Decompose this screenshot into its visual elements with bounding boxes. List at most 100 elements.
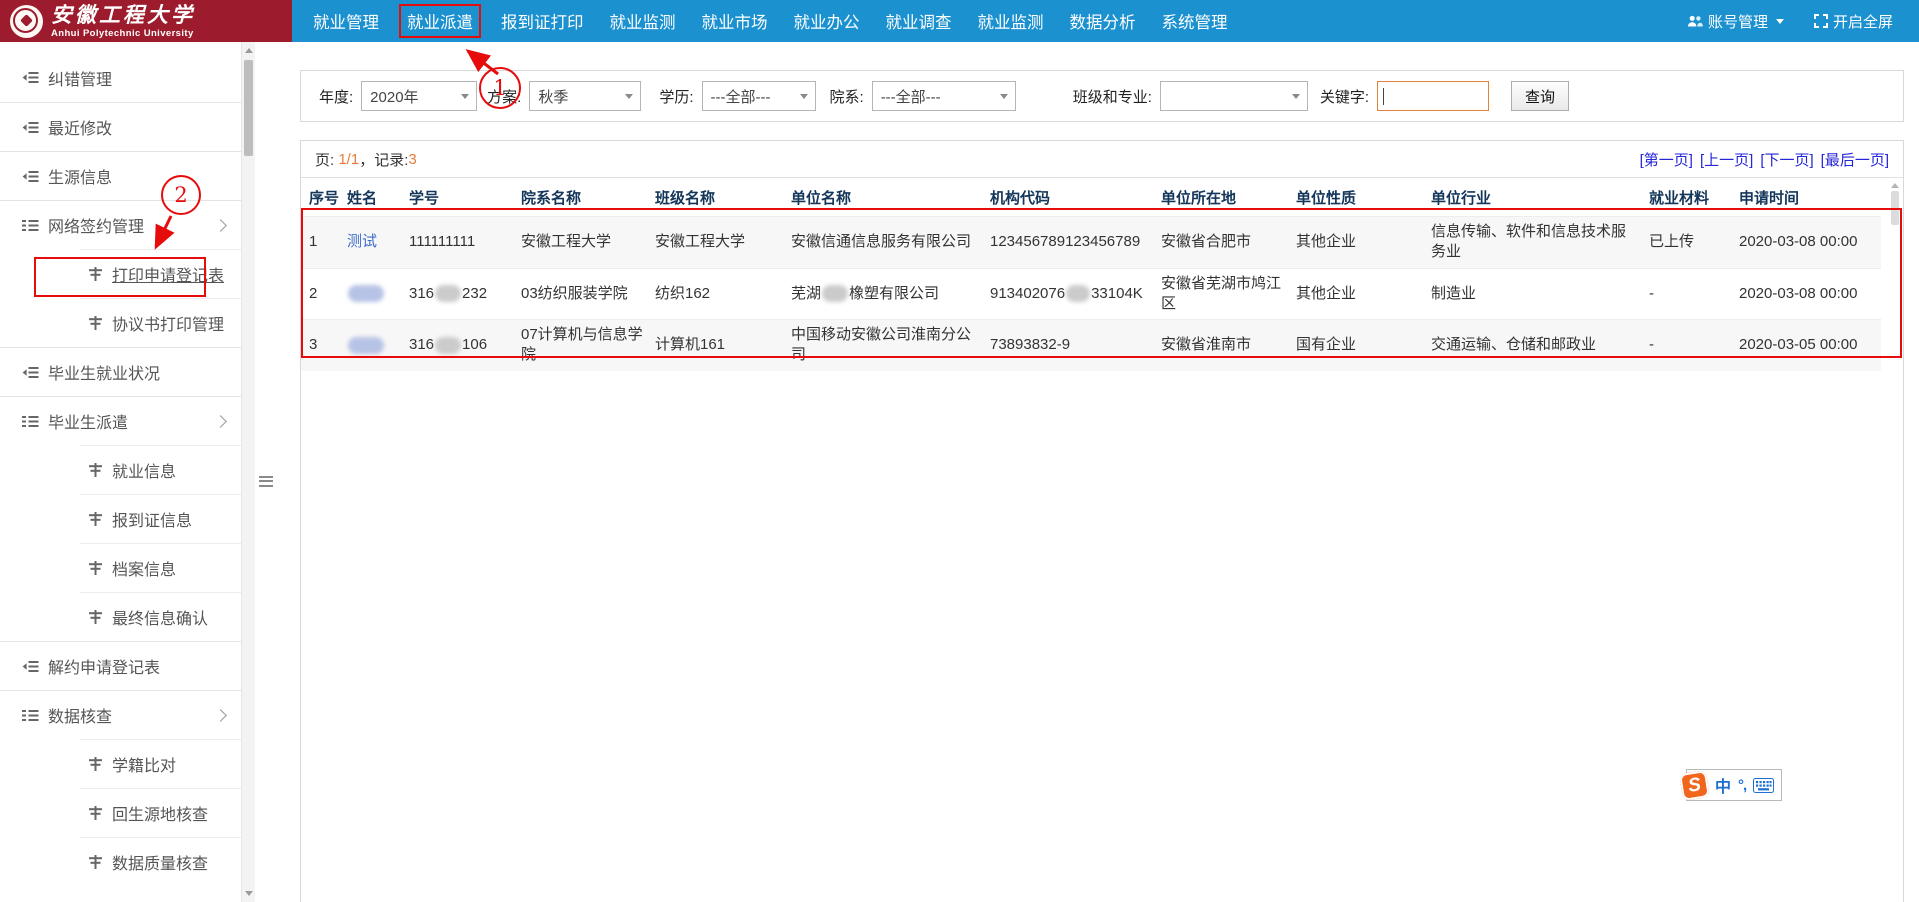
column-header: 序号 — [301, 178, 339, 217]
select-value: ---全部--- — [711, 86, 771, 107]
nav-item-6[interactable]: 就业调查 — [873, 0, 965, 42]
nav-item-7[interactable]: 就业监测 — [965, 0, 1057, 42]
sidebar-item-11[interactable]: 最终信息确认 — [0, 592, 241, 641]
scroll-up-icon[interactable] — [1891, 183, 1899, 188]
nav-item-8[interactable]: 数据分析 — [1057, 0, 1149, 42]
sidebar-item-5[interactable]: 协议书打印管理 — [0, 298, 241, 347]
select-value: ---全部--- — [881, 86, 941, 107]
filter-group-3: 院系:---全部--- — [830, 81, 1016, 111]
list-icon — [22, 71, 39, 84]
sidebar-item-label: 打印申请登记表 — [112, 262, 224, 286]
sidebar-item-4[interactable]: 打印申请登记表 — [0, 249, 241, 298]
records-count: 3 — [408, 151, 416, 168]
chevron-down-icon — [625, 94, 633, 99]
scrollbar-thumb[interactable] — [1891, 191, 1899, 225]
filter-select-0[interactable]: 2020年 — [361, 81, 477, 111]
university-logo-block: 安徽工程大学 Anhui Polytechnic University — [0, 0, 292, 42]
filter-select-1[interactable]: 秋季 — [529, 81, 641, 111]
table-cell — [339, 268, 401, 320]
table-row: 1测试111111111安徽工程大学安徽工程大学安徽信通信息服务有限公司1234… — [301, 217, 1881, 269]
sidebar-item-7[interactable]: 毕业生派遣 — [0, 396, 241, 445]
nav-item-0[interactable]: 就业管理 — [300, 0, 392, 42]
sidebar-item-8[interactable]: 就业信息 — [0, 445, 241, 494]
select-value: 2020年 — [370, 86, 418, 107]
nav-item-label: 就业派遣 — [399, 4, 481, 38]
university-seal-icon — [10, 5, 43, 38]
ime-punctuation-toggle[interactable]: °, — [1738, 777, 1746, 794]
nav-item-label: 就业办公 — [794, 9, 860, 33]
filter-select-4[interactable] — [1160, 81, 1308, 111]
scrollbar-thumb[interactable] — [244, 60, 253, 156]
table-cell: 123456789123456789 — [982, 217, 1153, 269]
pagination-link-2[interactable]: [下一页] — [1760, 149, 1813, 170]
nav-item-9[interactable]: 系统管理 — [1149, 0, 1241, 42]
nav-item-5[interactable]: 就业办公 — [781, 0, 873, 42]
table-cell: 安徽工程大学 — [513, 217, 647, 269]
pagination-link-0[interactable]: [第一页] — [1640, 149, 1693, 170]
pagination-links: [第一页] [上一页] [下一页] [最后一页] — [1640, 149, 1889, 170]
sidebar-item-2[interactable]: 生源信息 — [0, 151, 241, 200]
university-name-en: Anhui Polytechnic University — [51, 29, 195, 39]
filter-select-3[interactable]: ---全部--- — [872, 81, 1016, 111]
sidebar-item-10[interactable]: 档案信息 — [0, 543, 241, 592]
sidebar-item-15[interactable]: 回生源地核查 — [0, 788, 241, 837]
page-label: 页: — [315, 149, 334, 170]
sidebar-item-14[interactable]: 学籍比对 — [0, 739, 241, 788]
university-name-cn: 安徽工程大学 — [51, 4, 195, 25]
scroll-up-icon[interactable] — [245, 48, 253, 53]
sidebar-item-label: 学籍比对 — [112, 752, 176, 776]
keyboard-icon[interactable] — [1753, 778, 1774, 793]
nav-item-label: 就业监测 — [978, 9, 1044, 33]
sidebar-scrollbar[interactable] — [241, 42, 255, 902]
account-menu[interactable]: 账号管理 — [1687, 11, 1784, 32]
keyword-input[interactable] — [1377, 81, 1489, 111]
nav-item-label: 数据分析 — [1070, 9, 1136, 33]
filter-group-2: 学历: ---全部--- — [659, 81, 815, 111]
filter-group-1: 方案:秋季 — [487, 81, 641, 111]
sidebar-item-1[interactable]: 最近修改 — [0, 102, 241, 151]
filter-group-4: 班级和专业: — [1073, 81, 1308, 111]
table-cell: 纺织162 — [647, 268, 783, 320]
top-bar: 安徽工程大学 Anhui Polytechnic University 就业管理… — [0, 0, 1919, 42]
sidebar-item-label: 毕业生派遣 — [48, 409, 128, 433]
chevron-right-icon — [214, 219, 227, 232]
nav-item-1[interactable]: 就业派遣 — [392, 0, 488, 42]
column-header: 单位名称 — [783, 178, 982, 217]
list-icon — [22, 660, 39, 673]
fullscreen-label: 开启全屏 — [1833, 11, 1893, 32]
filter-label: 学历: — [659, 86, 693, 107]
sidebar-item-16[interactable]: 数据质量核查 — [0, 837, 241, 886]
sidebar-item-12[interactable]: 解约申请登记表 — [0, 641, 241, 690]
ime-language-toggle[interactable]: 中 — [1715, 773, 1731, 797]
sogou-logo-icon[interactable]: S — [1679, 770, 1710, 801]
nav-item-3[interactable]: 就业监测 — [597, 0, 689, 42]
nav-item-4[interactable]: 就业市场 — [689, 0, 781, 42]
table-scrollbar[interactable] — [1889, 181, 1901, 251]
ime-toolbar[interactable]: S 中 °, — [1686, 769, 1782, 801]
sidebar-item-3[interactable]: 网络签约管理 — [0, 200, 241, 249]
sidebar-item-9[interactable]: 报到证信息 — [0, 494, 241, 543]
fullscreen-button[interactable]: 开启全屏 — [1814, 11, 1893, 32]
table-cell: 03纺织服装学院 — [513, 268, 647, 320]
sidebar-item-0[interactable]: 纠错管理 — [0, 53, 241, 102]
table-cell: 2020-03-05 00:00 — [1731, 320, 1881, 371]
fullscreen-icon — [1814, 14, 1828, 28]
filter-select-2[interactable]: ---全部--- — [702, 81, 816, 111]
scroll-down-icon[interactable] — [245, 891, 253, 896]
sidebar-item-6[interactable]: 毕业生就业状况 — [0, 347, 241, 396]
search-button[interactable]: 查询 — [1511, 81, 1569, 111]
table-cell: 制造业 — [1423, 268, 1641, 320]
pagination-link-1[interactable]: [上一页] — [1700, 149, 1753, 170]
student-name-link[interactable]: 测试 — [347, 233, 377, 250]
sidebar-item-13[interactable]: 数据核查 — [0, 690, 241, 739]
table-cell — [339, 320, 401, 371]
table-cell: 交通运输、仓储和邮政业 — [1423, 320, 1641, 371]
pagination-link-3[interactable]: [最后一页] — [1821, 149, 1889, 170]
sidebar-collapse-handle[interactable] — [259, 470, 273, 492]
nav-item-2[interactable]: 报到证打印 — [488, 0, 597, 42]
sidebar-item-label: 就业信息 — [112, 458, 176, 482]
signpost-icon — [88, 561, 103, 575]
table-cell: 测试 — [339, 217, 401, 269]
chevron-down-icon — [461, 94, 469, 99]
sidebar-item-label: 数据质量核查 — [112, 850, 208, 874]
